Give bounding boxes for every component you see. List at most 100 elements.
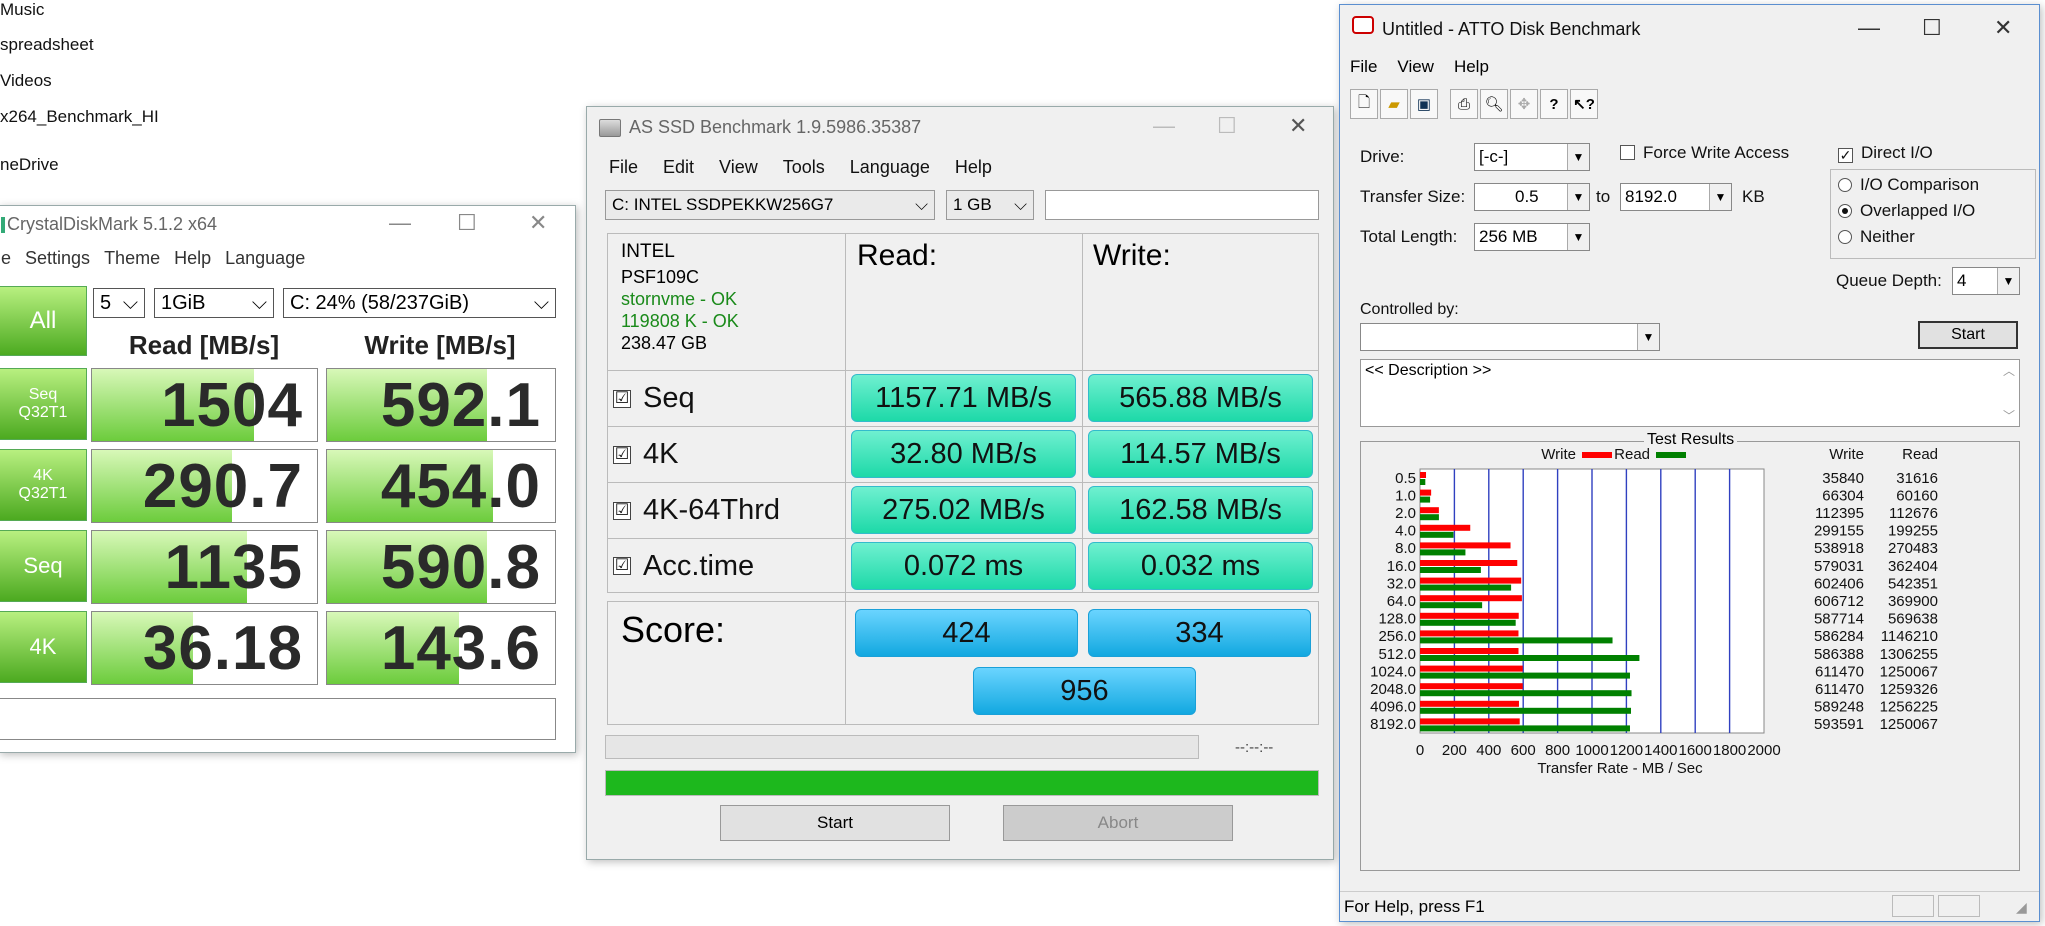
atto-status-panel [1938, 895, 1980, 917]
cdm-count-select[interactable]: 5 ⌵ [93, 288, 145, 318]
context-help-icon[interactable]: ↖? [1570, 89, 1598, 119]
asd-menu-tools[interactable]: Tools [783, 157, 825, 178]
asd-start-button[interactable]: Start [720, 805, 950, 841]
radio-off-icon [1838, 230, 1852, 244]
atto-controlled-select[interactable]: ▼ [1360, 323, 1660, 351]
asd-row-acctime[interactable]: ☑ Acc.time [613, 539, 754, 593]
asd-read-result: 32.80 MB/s [851, 430, 1076, 478]
asd-close-button[interactable]: ✕ [1289, 113, 1307, 139]
desktop-item-spreadsheet[interactable]: spreadsheet [0, 35, 94, 55]
atto-queue-select[interactable]: 4 ▼ [1952, 267, 2020, 295]
cdm-menu-file[interactable]: e [1, 248, 11, 269]
atto-minimize-button[interactable]: — [1858, 15, 1880, 41]
data-label-write: 586388 [1814, 646, 1864, 663]
asd-row-4k[interactable]: ☑ 4K [613, 427, 678, 482]
asd-row-4k64[interactable]: ☑ 4K-64Thrd [613, 483, 780, 538]
cdm-test-button-seq-q32t1[interactable]: Seq Q32T1 [0, 368, 87, 440]
cdm-size-value: 1GiB [161, 291, 206, 314]
cdm-test-button-4k-q32t1[interactable]: 4K Q32T1 [0, 449, 87, 521]
cdm-menu-help[interactable]: Help [174, 248, 211, 269]
desktop-item-onedrive[interactable]: neDrive [0, 155, 59, 175]
chevron-down-icon: ▼ [1567, 144, 1589, 170]
atto-neither-radio[interactable]: Neither [1838, 227, 1915, 247]
asd-checkbox[interactable]: ☑ [613, 389, 631, 408]
x-tick-label: 1200 [1610, 742, 1643, 759]
atto-force-write-label: Force Write Access [1643, 143, 1790, 162]
chevron-down-icon: ▼ [1997, 268, 2019, 294]
atto-menu-file[interactable]: File [1350, 57, 1377, 77]
bar-write [1420, 683, 1523, 690]
open-folder-icon[interactable]: ▰ [1380, 89, 1408, 119]
cdm-test-button-seq[interactable]: Seq [0, 530, 87, 602]
atto-maximize-button[interactable]: ☐ [1922, 15, 1942, 41]
atto-drive-select[interactable]: [-c-] ▼ [1474, 143, 1590, 171]
asd-progress-bar [605, 770, 1319, 796]
asd-abort-button[interactable]: Abort [1003, 805, 1233, 841]
chevron-down-icon: ▼ [1709, 184, 1731, 210]
desktop-item-music[interactable]: Music [0, 0, 44, 20]
asd-text-field[interactable] [1045, 190, 1319, 220]
atto-start-button[interactable]: Start [1918, 321, 2018, 349]
move-icon[interactable]: ✥ [1510, 89, 1538, 119]
data-label-write: 606712 [1814, 593, 1864, 610]
asd-menu-edit[interactable]: Edit [663, 157, 694, 178]
asd-row-seq[interactable]: ☑ Seq [613, 371, 695, 426]
help-icon[interactable]: ? [1540, 89, 1568, 119]
asd-minimize-button[interactable]: — [1153, 113, 1175, 139]
print-preview-icon[interactable]: 🔍︎ [1480, 89, 1508, 119]
atto-menu-help[interactable]: Help [1454, 57, 1489, 77]
asd-menu-view[interactable]: View [719, 157, 758, 178]
cdm-app-icon [1, 217, 5, 233]
cdm-read-value: 1135 [164, 532, 303, 602]
resize-grip-icon[interactable]: ◢ [2016, 899, 2027, 916]
asd-maximize-button[interactable]: ☐ [1217, 113, 1237, 139]
asd-menu-file[interactable]: File [609, 157, 638, 178]
atto-kb-label: KB [1742, 187, 1765, 206]
bar-write [1420, 577, 1522, 584]
cdm-comment-input[interactable] [0, 698, 556, 740]
y-tick-label: 0.5 [1395, 470, 1416, 487]
cdm-row-sublabel: Q32T1 [18, 485, 68, 502]
asd-checkbox[interactable]: ☑ [613, 501, 631, 520]
atto-transfer-from-select[interactable]: 0.5 ▼ [1474, 183, 1590, 211]
asd-menu-language[interactable]: Language [850, 157, 930, 178]
cdm-maximize-button[interactable]: ☐ [457, 210, 477, 236]
asd-menu-help[interactable]: Help [955, 157, 992, 178]
cdm-drive-select[interactable]: C: 24% (58/237GiB) ⌵ [283, 288, 556, 318]
cdm-menu-language[interactable]: Language [225, 248, 305, 269]
atto-force-write-checkbox[interactable]: Force Write Access [1620, 143, 1789, 163]
asd-checkbox[interactable]: ☑ [613, 445, 631, 464]
desktop-item-videos[interactable]: Videos [0, 71, 52, 91]
asd-drive-select[interactable]: C: INTEL SSDPEKKW256G7 ⌵ [605, 190, 935, 220]
atto-direct-io-checkbox[interactable]: ✓ Direct I/O [1838, 143, 1933, 163]
bar-read [1420, 619, 1516, 626]
cdm-close-button[interactable]: ✕ [529, 210, 547, 236]
cdm-test-button-4k[interactable]: 4K [0, 611, 87, 683]
cdm-row-sublabel: Q32T1 [18, 404, 68, 421]
cdm-menu-theme[interactable]: Theme [104, 248, 160, 269]
asd-checkbox[interactable]: ☑ [613, 557, 631, 575]
cdm-menu-settings[interactable]: Settings [25, 248, 90, 269]
desktop-item-x264[interactable]: x264_Benchmark_HI [0, 107, 159, 127]
asd-size-select[interactable]: 1 GB ⌵ [946, 190, 1034, 220]
atto-transfer-to-select[interactable]: 8192.0 ▼ [1620, 183, 1732, 211]
cdm-write-value: 143.6 [380, 613, 541, 683]
cdm-size-select[interactable]: 1GiB ⌵ [154, 288, 274, 318]
atto-close-button[interactable]: ✕ [1994, 15, 2012, 41]
scrollbar-down-icon[interactable]: ﹀ [2003, 407, 2015, 424]
cdm-all-button[interactable]: All [0, 286, 87, 356]
cdm-minimize-button[interactable]: — [389, 210, 411, 236]
save-icon[interactable]: ▣ [1410, 89, 1438, 119]
atto-menu-view[interactable]: View [1397, 57, 1434, 77]
atto-io-comparison-radio[interactable]: I/O Comparison [1838, 175, 1979, 195]
atto-total-select[interactable]: 256 MB ▼ [1474, 223, 1590, 251]
asd-score-write: 334 [1088, 609, 1311, 657]
scrollbar-up-icon[interactable]: ︿ [2003, 362, 2015, 379]
print-icon[interactable]: ⎙ [1450, 89, 1478, 119]
bar-write [1420, 507, 1439, 514]
atto-description-field[interactable]: << Description >> ︿ ﹀ [1360, 359, 2020, 427]
bar-read [1420, 584, 1512, 591]
new-file-icon[interactable]: 🗋 [1350, 89, 1378, 119]
atto-menubar: File View Help [1350, 57, 1489, 77]
atto-overlapped-radio[interactable]: Overlapped I/O [1838, 201, 1975, 221]
